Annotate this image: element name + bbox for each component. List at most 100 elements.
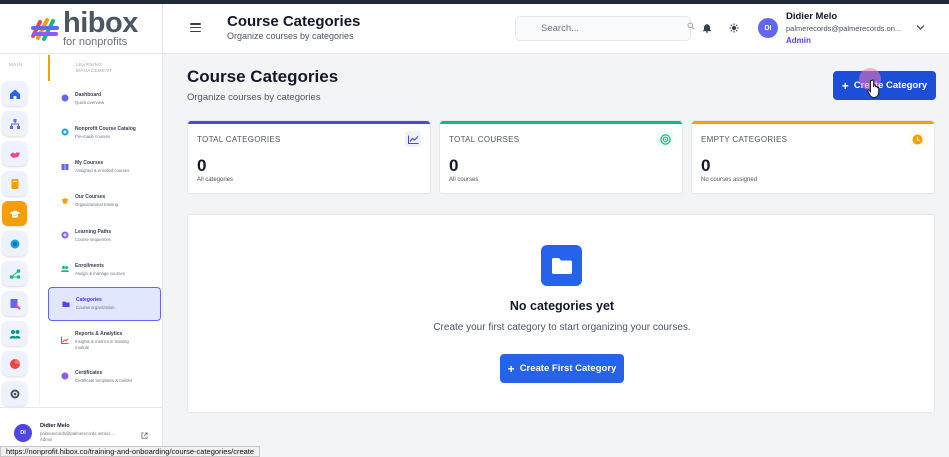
menu-item-subtitle: Assigned & enrolled courses (75, 168, 130, 174)
header-subtitle: Organize courses by categories (227, 31, 354, 41)
learning-menu: LEARNING MANAGEMENT Dashboard Quick overv… (48, 55, 163, 394)
pie-chart-icon (9, 358, 20, 369)
stat-description: All categories (197, 177, 234, 183)
stat-card-empty-categories: EMPTY CATEGORIES 0 No courses assigned (691, 120, 935, 194)
rail-home-button[interactable] (2, 81, 27, 106)
menu-item-categories[interactable]: Categories Course organization (48, 286, 161, 321)
user-avatar[interactable]: DI (758, 18, 778, 38)
rail-settings-button[interactable] (2, 381, 27, 406)
stat-label: EMPTY CATEGORIES (701, 135, 788, 144)
menu-item-my-courses[interactable]: My Courses Assigned & enrolled courses (48, 150, 161, 184)
menu-item-subtitle: Assign & manage courses (75, 270, 125, 276)
chevron-down-icon[interactable] (916, 23, 925, 31)
stat-accent-bar (692, 121, 934, 124)
path-icon (61, 231, 69, 239)
menu-item-title: Reports & Analytics (75, 330, 123, 337)
graduation-cap-icon (61, 197, 69, 204)
chart-icon (61, 336, 69, 345)
menu-toggle-icon[interactable] (190, 23, 201, 33)
sidebar: hibox for nonprofits MAIN LEARNING MANAG… (0, 4, 163, 457)
brand-tagline: for nonprofits (63, 36, 128, 48)
icon-rail: MAIN (0, 55, 40, 406)
top-bar: Course Categories Organize courses by ca… (163, 4, 949, 54)
menu-item-reports[interactable]: Reports & Analytics Insights & metrics in… (48, 321, 161, 359)
certificate-icon (10, 298, 21, 310)
rail-globe-button[interactable] (2, 231, 27, 256)
menu-item-subtitle: Certificate templates & builder (75, 377, 133, 383)
menu-section-header: LEARNING MANAGEMENT (48, 55, 163, 81)
sidebar-user-role: Admin (40, 437, 53, 442)
stat-value: 0 (449, 156, 459, 175)
folder-icon (541, 245, 582, 286)
stat-description: All courses (449, 177, 479, 183)
external-link-icon[interactable] (141, 432, 148, 441)
org-chart-icon (9, 118, 20, 129)
user-email: palmerecords@palmerecords.on... (786, 24, 902, 33)
home-icon (9, 89, 20, 99)
catalog-icon (61, 128, 69, 136)
create-category-button[interactable]: + Create Category (833, 71, 936, 100)
rail-learning-button[interactable] (2, 201, 27, 226)
menu-item-subtitle: Pre-made courses (75, 133, 111, 139)
menu-item-title: Categories (76, 297, 102, 304)
menu-item-title: Learning Paths (75, 228, 112, 235)
avatar: DI (14, 423, 32, 442)
rail-partners-button[interactable] (2, 141, 27, 166)
rail-org-button[interactable] (2, 111, 27, 136)
search-icon (687, 22, 695, 30)
handshake-icon (9, 151, 20, 158)
brand-logo[interactable]: hibox for nonprofits (0, 4, 163, 54)
stat-card-total-courses: TOTAL COURSES 0 All courses (439, 120, 683, 194)
user-role: Admin (786, 36, 811, 45)
rail-people-button[interactable] (2, 321, 27, 346)
theme-toggle-icon[interactable] (729, 23, 739, 33)
clock-icon (909, 131, 925, 147)
stat-card-total-categories: TOTAL CATEGORIES 0 All categories (187, 120, 431, 194)
create-first-category-button[interactable]: + Create First Category (500, 354, 624, 383)
book-icon (11, 178, 18, 189)
menu-item-dashboard[interactable]: Dashboard Quick overview (48, 81, 161, 115)
target-icon (657, 131, 673, 147)
menu-item-subtitle: Quick overview (75, 99, 105, 105)
sidebar-user-email: palmerecords@palmerecords.onmicr... (40, 431, 114, 436)
rail-library-button[interactable] (2, 171, 27, 196)
menu-item-subtitle-line2: module (75, 344, 90, 350)
rail-reports-button[interactable] (2, 351, 27, 376)
dashboard-icon (61, 94, 69, 102)
menu-item-enrollments[interactable]: Enrollments Assign & manage courses (48, 252, 161, 286)
rail-docs-button[interactable] (2, 291, 27, 316)
hand-cursor-icon (867, 79, 880, 98)
rail-label: MAIN (9, 62, 23, 67)
empty-state-panel: No categories yet Create your first cate… (187, 214, 935, 413)
menu-item-learning-paths[interactable]: Learning Paths Course sequences (48, 218, 161, 252)
bell-icon[interactable] (702, 23, 712, 33)
stat-label: TOTAL COURSES (449, 135, 520, 144)
menu-item-course-catalog[interactable]: Nonprofit Course Catalog Pre-made courses (48, 115, 161, 149)
menu-item-title: Our Courses (75, 194, 106, 201)
users-icon (61, 266, 69, 273)
plus-icon: + (507, 361, 515, 376)
graduation-cap-icon (9, 210, 20, 218)
empty-state-subtitle: Create your first category to start orga… (433, 322, 691, 333)
menu-item-certificates[interactable]: Certificates Certificate templates & buil… (48, 359, 161, 393)
page-subtitle: Organize courses by categories (187, 92, 321, 103)
menu-header-line2: MANAGEMENT (76, 67, 113, 73)
menu-item-title: Enrollments (75, 262, 104, 269)
user-name[interactable]: Didier Melo (786, 11, 837, 22)
menu-item-title: My Courses (75, 160, 104, 167)
globe-icon (10, 239, 19, 248)
status-bar-url: https://nonprofit.hibox.co/training-and-… (0, 446, 261, 457)
stat-accent-bar (188, 121, 430, 124)
search-input[interactable]: Search... (515, 16, 691, 41)
plus-icon: + (841, 78, 849, 93)
stat-label: TOTAL CATEGORIES (197, 135, 281, 144)
network-icon (9, 268, 20, 279)
stat-accent-bar (440, 121, 682, 124)
rail-network-button[interactable] (2, 261, 27, 286)
menu-item-subtitle: Insights & metrics in training (75, 338, 129, 344)
create-first-category-label: Create First Category (519, 363, 617, 374)
menu-item-subtitle: Organizational training (75, 202, 118, 208)
menu-item-our-courses[interactable]: Our Courses Organizational training (48, 184, 161, 218)
stat-description: No courses assigned (701, 177, 758, 183)
folder-icon (62, 301, 70, 307)
